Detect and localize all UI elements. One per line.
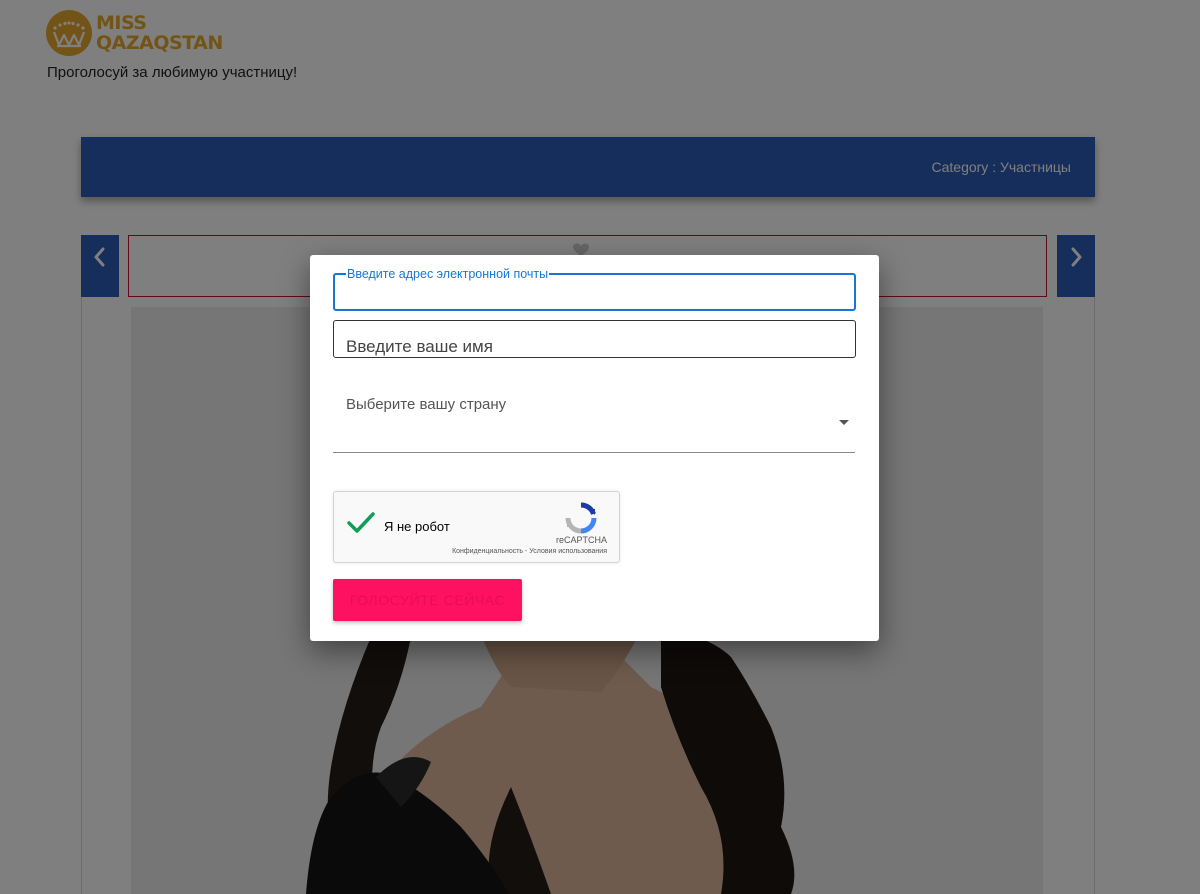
caret-down-icon	[839, 420, 849, 425]
name-field-placeholder: Введите ваше имя	[346, 337, 493, 356]
recaptcha-label: Я не робот	[384, 519, 450, 534]
checkmark-icon[interactable]	[346, 510, 376, 536]
country-select[interactable]: Выберите вашу страну	[333, 387, 855, 453]
recaptcha-brand: reCAPTCHA	[555, 535, 607, 545]
vote-dialog: Введите адрес электронной почты Введите …	[310, 255, 879, 641]
email-field-label: Введите адрес электронной почты	[346, 267, 550, 281]
country-select-label: Выберите вашу страну	[346, 396, 507, 413]
recaptcha-links[interactable]: Конфиденциальность - Условия использован…	[452, 548, 607, 555]
vote-now-button[interactable]: ГОЛОСУЙТЕ СЕЙЧАС	[333, 579, 522, 621]
recaptcha-logo-icon	[565, 502, 597, 534]
recaptcha-widget: Я не робот reCAPTCHA Конфиденциальность …	[333, 491, 620, 563]
page: MISS QAZAQSTAN Проголосуй за любимую уча…	[0, 0, 1200, 894]
